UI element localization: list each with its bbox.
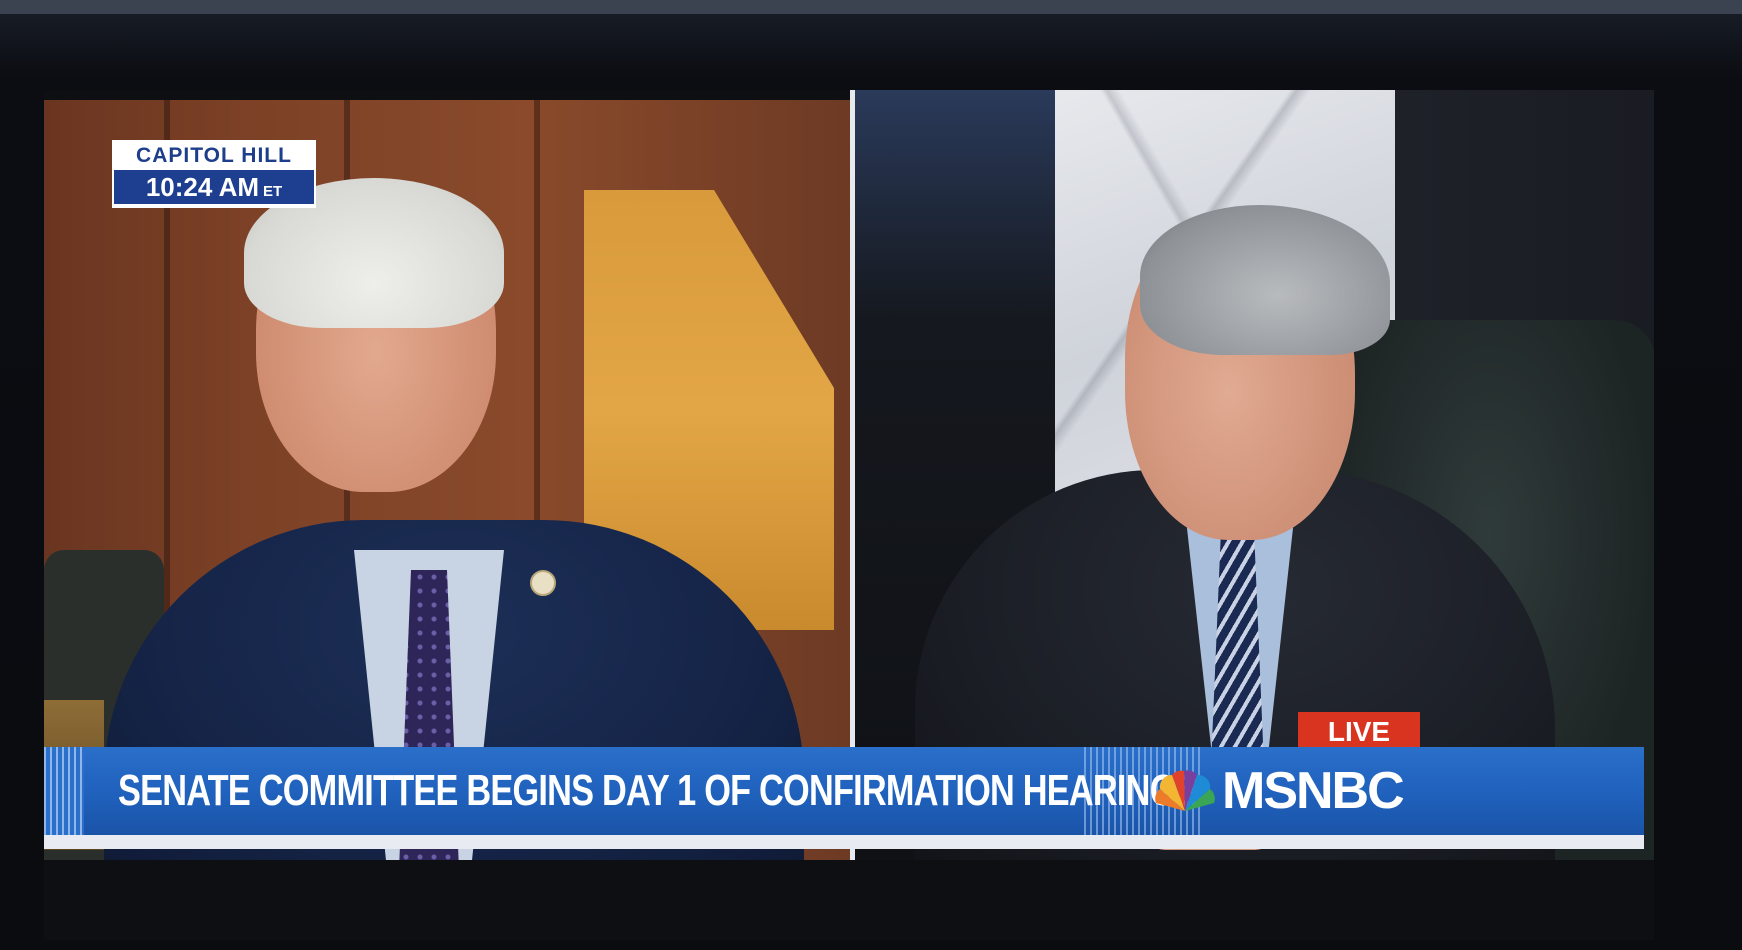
headline-text: SENATE COMMITTEE BEGINS DAY 1 OF CONFIRM… <box>118 766 1198 815</box>
lower-third-banner: SENATE COMMITTEE BEGINS DAY 1 OF CONFIRM… <box>44 747 1644 835</box>
time-label: 10:24 AM ET <box>114 170 314 204</box>
time-value: 10:24 AM <box>145 172 260 202</box>
ticker-strip <box>44 835 1644 849</box>
location-label: CAPITOL HILL <box>114 142 314 170</box>
lapel-pin <box>530 570 556 596</box>
location-time-bug: CAPITOL HILL 10:24 AM ET <box>112 140 316 208</box>
tv-bezel: CAPITOL HILL 10:24 AM ET LIVE SENATE COMM… <box>0 0 1742 950</box>
live-badge: LIVE <box>1298 712 1420 752</box>
peacock-icon <box>1155 770 1215 811</box>
right-video-feed <box>855 90 1654 860</box>
top-strip <box>0 0 1742 14</box>
network-logo: MSNBC <box>1154 755 1444 827</box>
left-video-feed <box>44 100 850 860</box>
banner-stripes <box>44 747 84 835</box>
network-name: MSNBC <box>1222 762 1405 820</box>
timezone-label: ET <box>263 183 283 200</box>
